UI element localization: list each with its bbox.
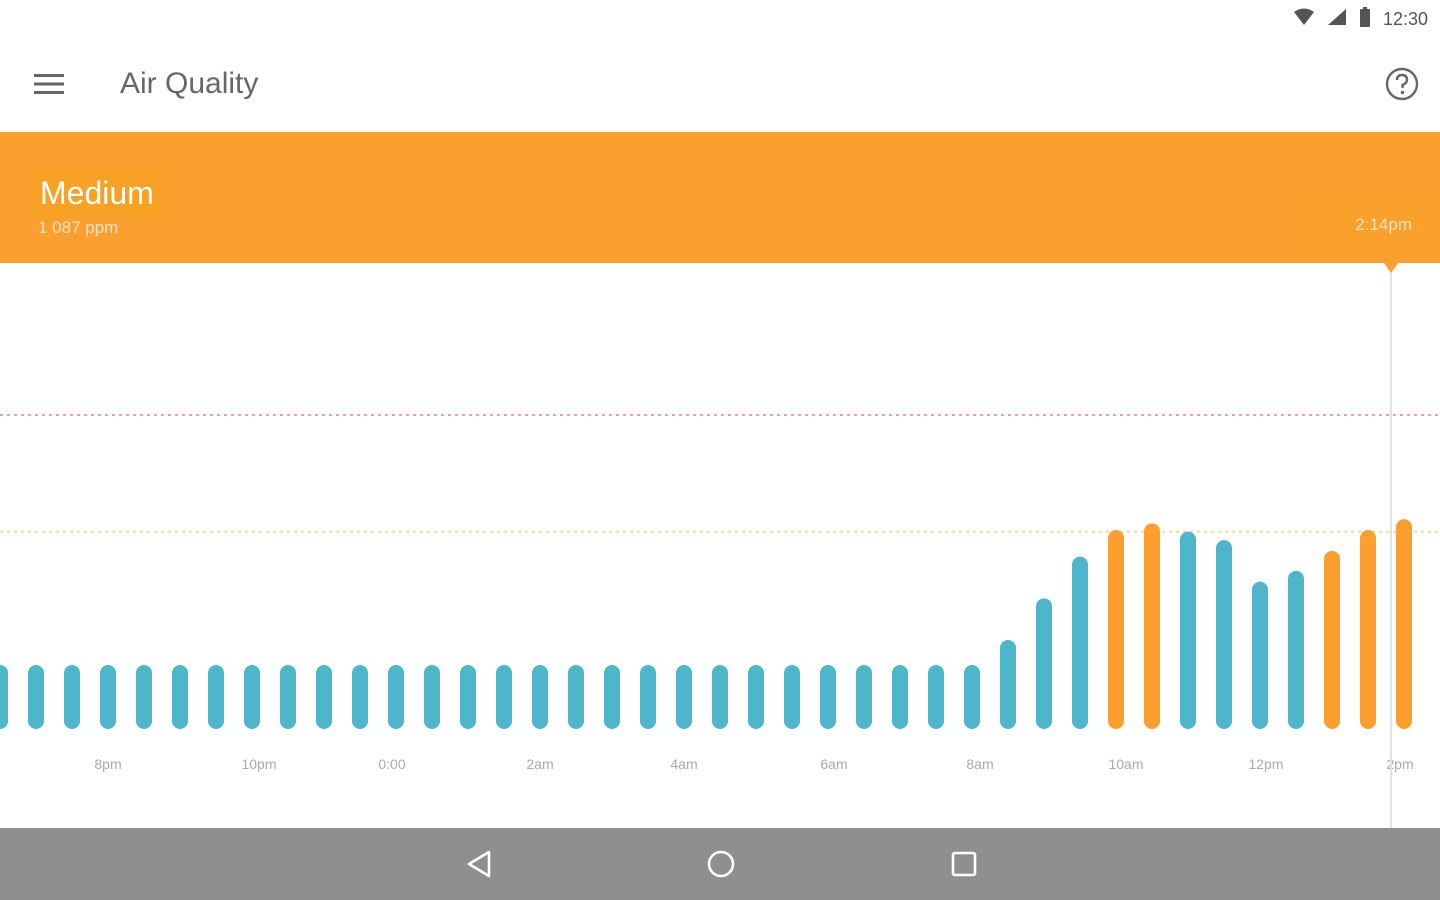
x-tick-label: 12pm [1248, 756, 1283, 772]
chart-bar[interactable] [244, 665, 260, 729]
x-tick-label: 8am [966, 756, 993, 772]
x-tick-label: 6am [820, 756, 847, 772]
ppm-reading: 1 087 ppm [38, 218, 119, 237]
navigation-bar [0, 828, 1440, 900]
chart-bar[interactable] [856, 665, 872, 729]
x-tick-label: 0:00 [378, 756, 405, 772]
chart-bar[interactable] [1108, 530, 1124, 729]
x-tick-label: 10pm [241, 756, 276, 772]
chart-bar[interactable] [28, 665, 44, 729]
recents-square-icon[interactable] [939, 842, 989, 886]
chart-bar[interactable] [352, 665, 368, 729]
chart-bar[interactable] [748, 665, 764, 729]
cell-signal-icon [1327, 8, 1347, 31]
chart-bar[interactable] [532, 665, 548, 729]
air-quality-banner: Medium 1 087 ppm 2:14pm [0, 132, 1440, 263]
chart-bar[interactable] [1288, 570, 1304, 729]
selected-time-label: 2:14pm [1355, 215, 1412, 234]
chart-bar[interactable] [1144, 523, 1160, 729]
chart-bar[interactable] [1252, 581, 1268, 729]
page-title: Air Quality [120, 67, 259, 100]
chart-bar[interactable] [1396, 519, 1412, 729]
chart-bar[interactable] [208, 665, 224, 729]
chart-bar[interactable] [820, 665, 836, 729]
x-tick-label: 8pm [94, 756, 121, 772]
chart-bar[interactable] [640, 665, 656, 729]
chart-bar[interactable] [316, 665, 332, 729]
chart-bar[interactable] [388, 665, 404, 729]
chart-bar[interactable] [712, 665, 728, 729]
status-bar: 12:30 [0, 0, 1440, 38]
chart-bar[interactable] [1000, 640, 1016, 729]
x-tick-label: 2am [526, 756, 553, 772]
chart-bar[interactable] [1180, 531, 1196, 729]
chart-bar[interactable] [1036, 598, 1052, 729]
chart-bar[interactable] [64, 665, 80, 729]
battery-icon [1359, 6, 1371, 32]
back-triangle-icon[interactable] [454, 842, 504, 886]
hamburger-menu-icon[interactable] [26, 64, 72, 104]
selected-time-chip[interactable]: 2:14pm [1308, 202, 1428, 248]
chart-bar[interactable] [568, 665, 584, 729]
wifi-icon [1293, 8, 1315, 31]
chart-bar[interactable] [676, 665, 692, 729]
x-tick-label: 10am [1108, 756, 1143, 772]
chart-bar[interactable] [136, 665, 152, 729]
chart-bar[interactable] [0, 665, 8, 729]
x-tick-label: 4am [670, 756, 697, 772]
status-time: 12:30 [1382, 8, 1428, 29]
app-bar: Air Quality [0, 38, 1440, 132]
chart-bar[interactable] [1324, 550, 1340, 729]
chart-bar[interactable] [1072, 556, 1088, 729]
time-cursor-marker [1384, 263, 1398, 273]
status-icons: 12:30 [1293, 6, 1428, 32]
time-cursor-line[interactable] [1390, 263, 1392, 885]
chart-bar[interactable] [460, 665, 476, 729]
chart-bar[interactable] [604, 665, 620, 729]
chart-bar[interactable] [100, 665, 116, 729]
chart-bar[interactable] [1360, 530, 1376, 729]
help-circle-icon[interactable] [1382, 64, 1422, 104]
chart-bar[interactable] [1216, 540, 1232, 729]
chart-bar[interactable] [964, 665, 980, 729]
chart-bar[interactable] [784, 665, 800, 729]
home-circle-icon[interactable] [696, 842, 746, 886]
chart-bar[interactable] [280, 665, 296, 729]
chart-bar[interactable] [172, 665, 188, 729]
air-quality-level: Medium [32, 168, 162, 218]
chart-bar[interactable] [496, 665, 512, 729]
air-quality-chart[interactable]: 8pm 10pm 0:00 2am 4am 6am 8am 10am 12pm 2pm [0, 263, 1440, 828]
chart-bar[interactable] [424, 665, 440, 729]
chart-bar[interactable] [928, 665, 944, 729]
chart-bar[interactable] [892, 665, 908, 729]
chart-svg: 8pm 10pm 0:00 2am 4am 6am 8am 10am 12pm 2pm [0, 414, 1440, 772]
